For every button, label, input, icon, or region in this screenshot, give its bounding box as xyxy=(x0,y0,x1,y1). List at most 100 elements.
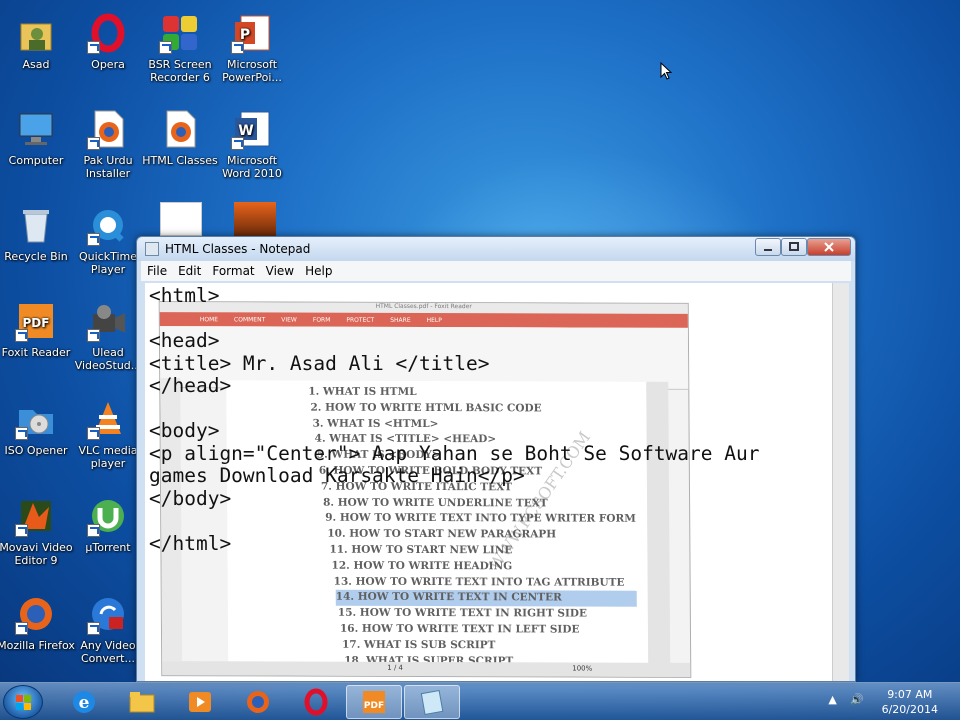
maximize-icon xyxy=(789,242,799,251)
media-player-icon xyxy=(189,692,211,712)
window-title: HTML Classes - Notepad xyxy=(165,242,311,256)
foxit-status-bar: 1 / 4 100% xyxy=(162,661,691,677)
toc-item: 14. HOW TO WRITE TEXT IN CENTER xyxy=(335,590,637,607)
desktop-icon-label: Microsoft PowerPoi... xyxy=(222,58,282,84)
bsr-recorder-icon xyxy=(159,12,201,54)
word-icon: W xyxy=(231,108,273,150)
shortcut-arrow-icon xyxy=(87,622,100,635)
shortcut-arrow-icon xyxy=(15,329,28,342)
powerpoint-icon: P xyxy=(231,12,273,54)
zoom-level: 100% xyxy=(572,664,593,673)
volume-icon[interactable]: 🔊 xyxy=(850,693,864,706)
menu-bar: File Edit Format View Help xyxy=(141,261,851,281)
desktop-icon[interactable]: P Microsoft PowerPoi... xyxy=(212,12,292,84)
desktop-icon-label: ISO Opener xyxy=(4,444,68,457)
desktop-icon-label: Movavi Video Editor 9 xyxy=(0,541,73,567)
taskbar-media-player[interactable] xyxy=(172,685,228,719)
menu-edit[interactable]: Edit xyxy=(178,264,201,278)
vertical-scrollbar[interactable] xyxy=(832,283,849,681)
menu-view[interactable]: View xyxy=(266,264,294,278)
pdf-document-icon[interactable] xyxy=(160,202,202,236)
svg-text:PDF: PDF xyxy=(364,701,384,711)
desktop-icon-label: BSR Screen Recorder 6 xyxy=(148,58,212,84)
maximize-button[interactable] xyxy=(781,238,807,256)
page-indicator: 1 / 4 xyxy=(387,663,403,672)
taskbar-firefox[interactable] xyxy=(230,685,286,719)
toc-item: 16. HOW TO WRITE TEXT IN LEFT SIDE xyxy=(339,622,580,636)
shortcut-arrow-icon xyxy=(87,233,100,246)
shortcut-arrow-icon xyxy=(231,137,244,150)
recycle-bin-icon xyxy=(15,204,57,246)
taskbar-explorer[interactable] xyxy=(114,685,170,719)
internet-explorer-icon: e xyxy=(73,691,95,713)
menu-format[interactable]: Format xyxy=(212,264,254,278)
opera-icon xyxy=(87,12,129,54)
notepad-icon xyxy=(420,690,444,715)
desktop-icon[interactable]: Recycle Bin xyxy=(0,204,76,263)
ulead-icon xyxy=(87,300,129,342)
toc-item: 12. HOW TO WRITE HEADING xyxy=(331,559,513,573)
opera-icon xyxy=(304,688,328,716)
desktop-icon[interactable]: Opera xyxy=(68,12,148,71)
shortcut-arrow-icon xyxy=(15,622,28,635)
shortcut-arrow-icon xyxy=(87,137,100,150)
firefox-icon xyxy=(15,593,57,635)
shortcut-arrow-icon xyxy=(87,329,100,342)
desktop-icon[interactable]: BSR Screen Recorder 6 xyxy=(140,12,220,84)
computer-icon xyxy=(15,108,57,150)
minimize-button[interactable] xyxy=(755,238,781,256)
toc-item: 15. HOW TO WRITE TEXT IN RIGHT SIDE xyxy=(337,606,588,620)
minimize-icon xyxy=(764,249,772,251)
start-button[interactable] xyxy=(3,685,43,719)
desktop-icon-label: Pak Urdu Installer xyxy=(83,154,133,180)
desktop-icon[interactable]: PDF Foxit Reader xyxy=(0,300,76,359)
tray-arrow-icon[interactable]: ▲ xyxy=(828,693,836,706)
desktop-icon[interactable]: Mozilla Firefox xyxy=(0,593,76,652)
notepad-titlebar[interactable]: HTML Classes - Notepad xyxy=(137,237,855,261)
desktop-icon-label: Microsoft Word 2010 xyxy=(222,154,282,180)
clock-date: 6/20/2014 xyxy=(881,703,938,716)
utorrent-icon xyxy=(87,495,129,537)
movavi-icon xyxy=(15,495,57,537)
close-button[interactable] xyxy=(807,238,851,256)
shortcut-arrow-icon xyxy=(87,41,100,54)
taskbar-notepad[interactable] xyxy=(404,685,460,719)
quicktime-icon xyxy=(87,204,129,246)
desktop-icon[interactable]: W Microsoft Word 2010 xyxy=(212,108,292,180)
desktop-icon-label: Foxit Reader xyxy=(1,346,71,359)
firefox-file-icon xyxy=(159,108,201,150)
foxit-icon: PDF xyxy=(15,300,57,342)
shortcut-arrow-icon xyxy=(15,524,28,537)
new-app-icon[interactable] xyxy=(234,202,276,236)
editor-content[interactable]: <html> <head> <title> Mr. Asad Ali </tit… xyxy=(149,284,759,555)
shortcut-arrow-icon xyxy=(159,41,172,54)
desktop-icon[interactable]: ISO Opener xyxy=(0,398,76,457)
shortcut-arrow-icon xyxy=(15,427,28,440)
desktop-icon-label: Computer xyxy=(8,154,64,167)
desktop-icon[interactable]: Computer xyxy=(0,108,76,167)
firefox-icon xyxy=(247,691,269,713)
desktop-icon[interactable]: Pak Urdu Installer xyxy=(68,108,148,180)
shortcut-arrow-icon xyxy=(87,524,100,537)
desktop-icon[interactable]: Movavi Video Editor 9 xyxy=(0,495,76,567)
explorer-icon xyxy=(129,692,155,713)
taskbar-opera[interactable] xyxy=(288,685,344,719)
toc-item: 13. HOW TO WRITE TEXT INTO TAG ATTRIBUTE xyxy=(333,575,625,589)
clock-time: 9:07 AM xyxy=(887,688,933,701)
menu-file[interactable]: File xyxy=(147,264,167,278)
menu-help[interactable]: Help xyxy=(305,264,332,278)
toc-item: 17. WHAT IS SUB SCRIPT xyxy=(342,638,496,652)
desktop-icon[interactable]: HTML Classes xyxy=(140,108,220,167)
user-folder-icon xyxy=(15,12,57,54)
vlc-icon xyxy=(87,398,129,440)
svg-text:PDF: PDF xyxy=(23,316,50,330)
desktop-icon-label: Opera xyxy=(91,58,125,71)
clock[interactable]: 9:07 AM 6/20/2014 xyxy=(882,687,938,717)
shortcut-arrow-icon xyxy=(87,427,100,440)
any-video-converter-icon xyxy=(87,593,129,635)
taskbar-ie[interactable]: e xyxy=(56,685,112,719)
desktop-icon-label: Recycle Bin xyxy=(4,250,68,263)
taskbar-foxit[interactable]: PDF xyxy=(346,685,402,719)
desktop-icon[interactable]: Asad xyxy=(0,12,76,71)
foxit-icon: PDF xyxy=(363,691,385,713)
